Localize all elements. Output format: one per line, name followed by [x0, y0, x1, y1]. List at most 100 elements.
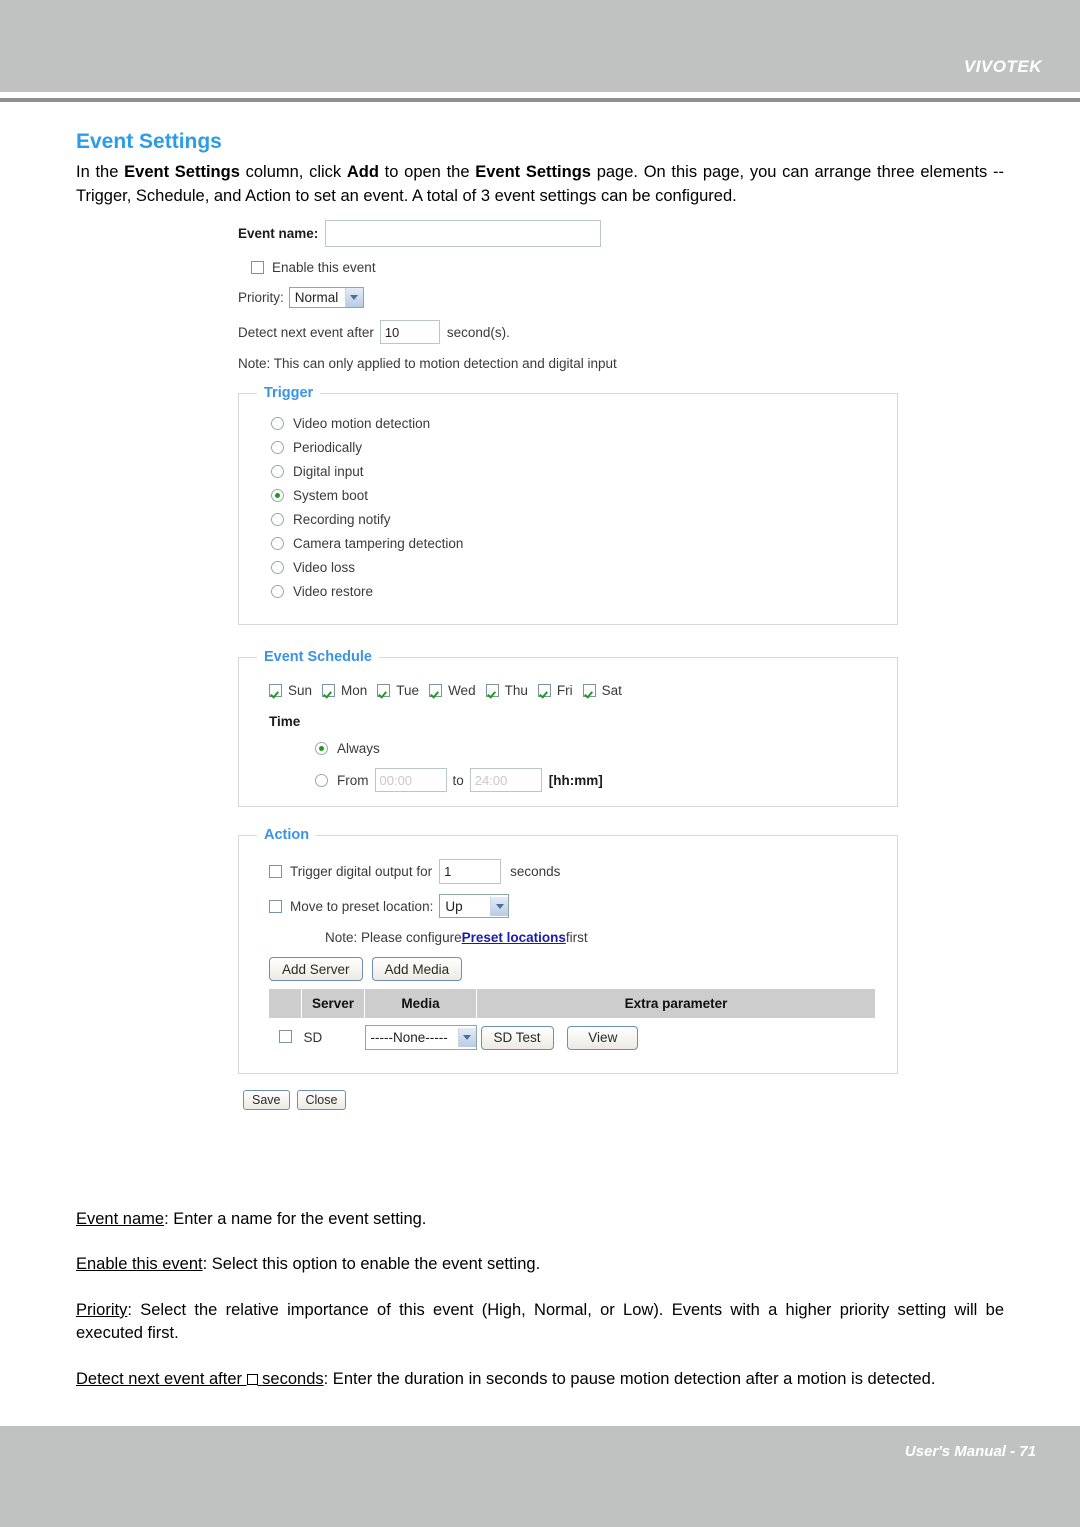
- trigger-digital-output-label: Trigger digital output for: [290, 864, 433, 879]
- event-settings-dialog: Event name: Enable this event Priority: …: [238, 220, 898, 1110]
- detect-note: Note: This can only applied to motion de…: [238, 356, 617, 371]
- trigger-option-digital-input[interactable]: Digital input: [271, 464, 897, 479]
- chevron-down-icon[interactable]: [490, 896, 509, 916]
- table-header-row: Server Media Extra parameter: [269, 989, 875, 1018]
- close-button[interactable]: Close: [296, 1090, 347, 1110]
- view-button[interactable]: View: [567, 1025, 639, 1050]
- dialog-footer-buttons: Save Close: [243, 1090, 898, 1110]
- priority-select[interactable]: Normal: [288, 287, 364, 308]
- schedule-from-input[interactable]: [374, 768, 447, 792]
- table-header-extra-parameter: Extra parameter: [476, 989, 875, 1018]
- schedule-from-row[interactable]: From to [hh:mm]: [315, 768, 897, 792]
- trigger-option-periodically[interactable]: Periodically: [271, 440, 897, 455]
- radio-icon[interactable]: [271, 513, 284, 526]
- event-name-input[interactable]: [325, 220, 602, 247]
- sd-test-button[interactable]: SD Test: [480, 1025, 554, 1050]
- trigger-option-recording-notify[interactable]: Recording notify: [271, 512, 897, 527]
- schedule-to-input[interactable]: [469, 768, 542, 792]
- day-label-sun: Sun: [288, 683, 313, 698]
- enable-event-label: Enable this event: [272, 260, 376, 275]
- intro-bold-2: Add: [346, 163, 379, 182]
- intro-part-1: In the: [76, 163, 125, 182]
- day-label-wed: Wed: [448, 683, 476, 698]
- day-checkbox-wed[interactable]: [429, 684, 443, 697]
- description-term: Event name: [76, 1210, 165, 1228]
- enable-event-row[interactable]: Enable this event: [251, 260, 898, 275]
- trigger-digital-output-seconds-input[interactable]: [439, 859, 502, 884]
- radio-icon-selected[interactable]: [271, 489, 284, 502]
- detect-next-event-label: Detect next event after: [238, 324, 374, 340]
- day-checkbox-thu[interactable]: [485, 684, 499, 697]
- radio-icon[interactable]: [271, 585, 284, 598]
- intro-part-2: column, click: [239, 163, 347, 182]
- preset-note-prefix: Note: Please configure: [325, 930, 462, 945]
- description-priority: Priority: Select the relative importance…: [76, 1299, 1004, 1346]
- trigger-option-label: Video motion detection: [293, 416, 431, 431]
- trigger-digital-output-row[interactable]: Trigger digital output for seconds: [269, 859, 875, 884]
- description-term: Enable this event: [76, 1255, 203, 1274]
- trigger-option-camera-tampering-detection[interactable]: Camera tampering detection: [271, 536, 897, 551]
- action-buttons-row: Add Server Add Media: [269, 957, 875, 981]
- add-server-button[interactable]: Add Server: [269, 957, 363, 981]
- brand-logo: VIVOTEK: [963, 57, 1042, 76]
- schedule-to-label: to: [452, 772, 464, 788]
- enable-event-checkbox[interactable]: [251, 261, 264, 274]
- description-detect-next-event: Detect next event after seconds: Enter t…: [76, 1368, 1004, 1391]
- radio-icon[interactable]: [315, 773, 328, 787]
- move-to-preset-row[interactable]: Move to preset location: Up: [269, 894, 875, 918]
- day-checkbox-sun[interactable]: [269, 684, 282, 697]
- preset-location-select[interactable]: Up: [439, 894, 510, 918]
- schedule-always-row[interactable]: Always: [315, 741, 897, 756]
- description-text: : Enter the duration in seconds to pause…: [323, 1369, 936, 1388]
- radio-icon[interactable]: [271, 537, 284, 550]
- trigger-option-video-loss[interactable]: Video loss: [271, 560, 897, 575]
- field-descriptions: Event name: Enter a name for the event s…: [76, 1208, 1004, 1391]
- preset-note-row: Note: Please configure Preset locations …: [325, 930, 875, 945]
- save-button[interactable]: Save: [243, 1090, 290, 1110]
- event-schedule-legend: Event Schedule: [264, 649, 372, 665]
- header-divider: [0, 98, 1080, 102]
- media-select[interactable]: -----None-----: [364, 1025, 477, 1050]
- radio-icon[interactable]: [271, 417, 284, 430]
- document-intro: Event Settings In the Event Settings col…: [76, 130, 1004, 208]
- action-legend: Action: [264, 827, 310, 843]
- preset-locations-link[interactable]: Preset locations: [462, 930, 566, 945]
- trigger-digital-output-checkbox[interactable]: [269, 865, 282, 878]
- trigger-option-video-motion-detection[interactable]: Video motion detection: [271, 416, 897, 431]
- trigger-option-video-restore[interactable]: Video restore: [271, 584, 897, 599]
- day-label-mon: Mon: [341, 683, 368, 698]
- description-text: : Enter a name for the event setting.: [164, 1210, 427, 1228]
- radio-icon[interactable]: [271, 561, 284, 574]
- inline-box-icon: [246, 1373, 258, 1385]
- row-select-checkbox[interactable]: [278, 1029, 292, 1043]
- radio-icon[interactable]: [271, 465, 284, 478]
- day-label-fri: Fri: [556, 683, 573, 698]
- day-checkbox-mon[interactable]: [322, 684, 336, 697]
- trigger-option-label: Video loss: [293, 560, 356, 575]
- schedule-days-row: Sun Mon Tue Wed Thu Fri Sat: [269, 683, 897, 698]
- time-label: Time: [269, 714, 301, 729]
- priority-row: Priority: Normal: [238, 287, 898, 308]
- chevron-down-icon[interactable]: [344, 288, 363, 307]
- day-checkbox-sat[interactable]: [582, 684, 596, 697]
- trigger-option-system-boot[interactable]: System boot: [271, 488, 897, 503]
- intro-paragraph: In the Event Settings column, click Add …: [76, 161, 1004, 208]
- table-header-media: Media: [364, 989, 477, 1018]
- description-text: : Select this option to enable the event…: [202, 1255, 541, 1274]
- radio-icon[interactable]: [271, 441, 284, 454]
- day-checkbox-tue[interactable]: [377, 684, 391, 697]
- schedule-always-label: Always: [337, 741, 380, 756]
- move-to-preset-checkbox[interactable]: [269, 899, 282, 913]
- page-header-bar: [0, 0, 1080, 92]
- media-select-value: -----None-----: [370, 1030, 448, 1045]
- page-footer-bar: [0, 1426, 1080, 1527]
- trigger-option-label: System boot: [293, 488, 369, 503]
- schedule-time-format-label: [hh:mm]: [548, 772, 603, 788]
- add-media-button[interactable]: Add Media: [371, 957, 463, 981]
- chevron-down-icon[interactable]: [457, 1028, 476, 1047]
- preset-note-suffix: first: [565, 930, 588, 945]
- radio-icon-selected[interactable]: [315, 742, 328, 755]
- day-checkbox-fri[interactable]: [537, 684, 551, 697]
- detect-next-event-input[interactable]: [379, 320, 440, 344]
- trigger-option-label: Digital input: [293, 464, 364, 479]
